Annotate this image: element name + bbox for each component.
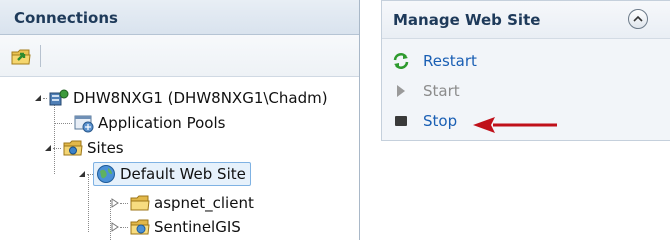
tree-node-server[interactable]: DHW8NXG1 (DHW8NXG1\Chadm) xyxy=(33,86,328,110)
application-icon xyxy=(130,217,150,237)
tree-label-sites: Sites xyxy=(87,139,124,157)
restart-icon xyxy=(392,52,410,70)
collapse-chevron-up-icon[interactable] xyxy=(628,9,648,29)
collapsed-arrow-icon[interactable] xyxy=(110,222,120,232)
tree-node-default-web-site[interactable]: Default Web Site xyxy=(77,162,251,186)
tree-node-sentinelgis[interactable]: SentinelGIS xyxy=(110,215,241,239)
manage-web-site-title: Manage Web Site xyxy=(393,11,541,29)
annotation-arrow-icon xyxy=(473,117,557,133)
start-action: Start xyxy=(392,79,460,103)
manage-web-site-header: Manage Web Site xyxy=(382,1,670,39)
tree-dots xyxy=(53,147,61,149)
app-pools-icon xyxy=(74,113,94,133)
tree-dots xyxy=(54,122,72,124)
tree-dots xyxy=(43,97,47,99)
connections-toolbar xyxy=(0,35,359,77)
tree-label-server: DHW8NXG1 (DHW8NXG1\Chadm) xyxy=(73,89,328,107)
expanded-arrow-icon[interactable] xyxy=(77,169,87,179)
tree-label-application-pools: Application Pools xyxy=(98,114,226,132)
start-icon xyxy=(392,82,410,100)
stop-link[interactable]: Stop xyxy=(423,112,457,130)
tree-node-application-pools[interactable]: Application Pools xyxy=(54,111,225,135)
expanded-arrow-icon[interactable] xyxy=(43,143,53,153)
restart-action[interactable]: Restart xyxy=(392,49,477,73)
stop-action[interactable]: Stop xyxy=(392,109,457,133)
tree-label-sentinelgis: SentinelGIS xyxy=(154,218,241,236)
expanded-arrow-icon[interactable] xyxy=(33,93,43,103)
selected-node-highlight[interactable]: Default Web Site xyxy=(93,162,251,186)
start-link-disabled: Start xyxy=(423,82,460,100)
connections-panel: Connections DHW8NXG1 (DHW8NXG1\Chadm) Ap… xyxy=(0,0,360,240)
sites-folder-icon xyxy=(63,138,83,158)
server-icon xyxy=(49,88,69,108)
restart-link[interactable]: Restart xyxy=(423,52,477,70)
tree-node-sites[interactable]: Sites xyxy=(43,136,124,160)
create-connection-icon[interactable] xyxy=(10,45,32,67)
connections-title: Connections xyxy=(14,9,118,27)
toolbar-separator xyxy=(40,45,41,67)
tree-label-aspnet-client: aspnet_client xyxy=(154,194,254,212)
connections-header: Connections xyxy=(0,0,359,35)
tree-label-default-web-site: Default Web Site xyxy=(120,165,246,183)
tree-node-aspnet-client[interactable]: aspnet_client xyxy=(110,191,254,215)
tree-dots xyxy=(120,202,128,204)
tree-dots xyxy=(120,226,128,228)
folder-icon xyxy=(130,193,150,213)
website-globe-icon xyxy=(96,164,116,184)
collapsed-arrow-icon[interactable] xyxy=(110,198,120,208)
stop-icon xyxy=(392,112,410,130)
